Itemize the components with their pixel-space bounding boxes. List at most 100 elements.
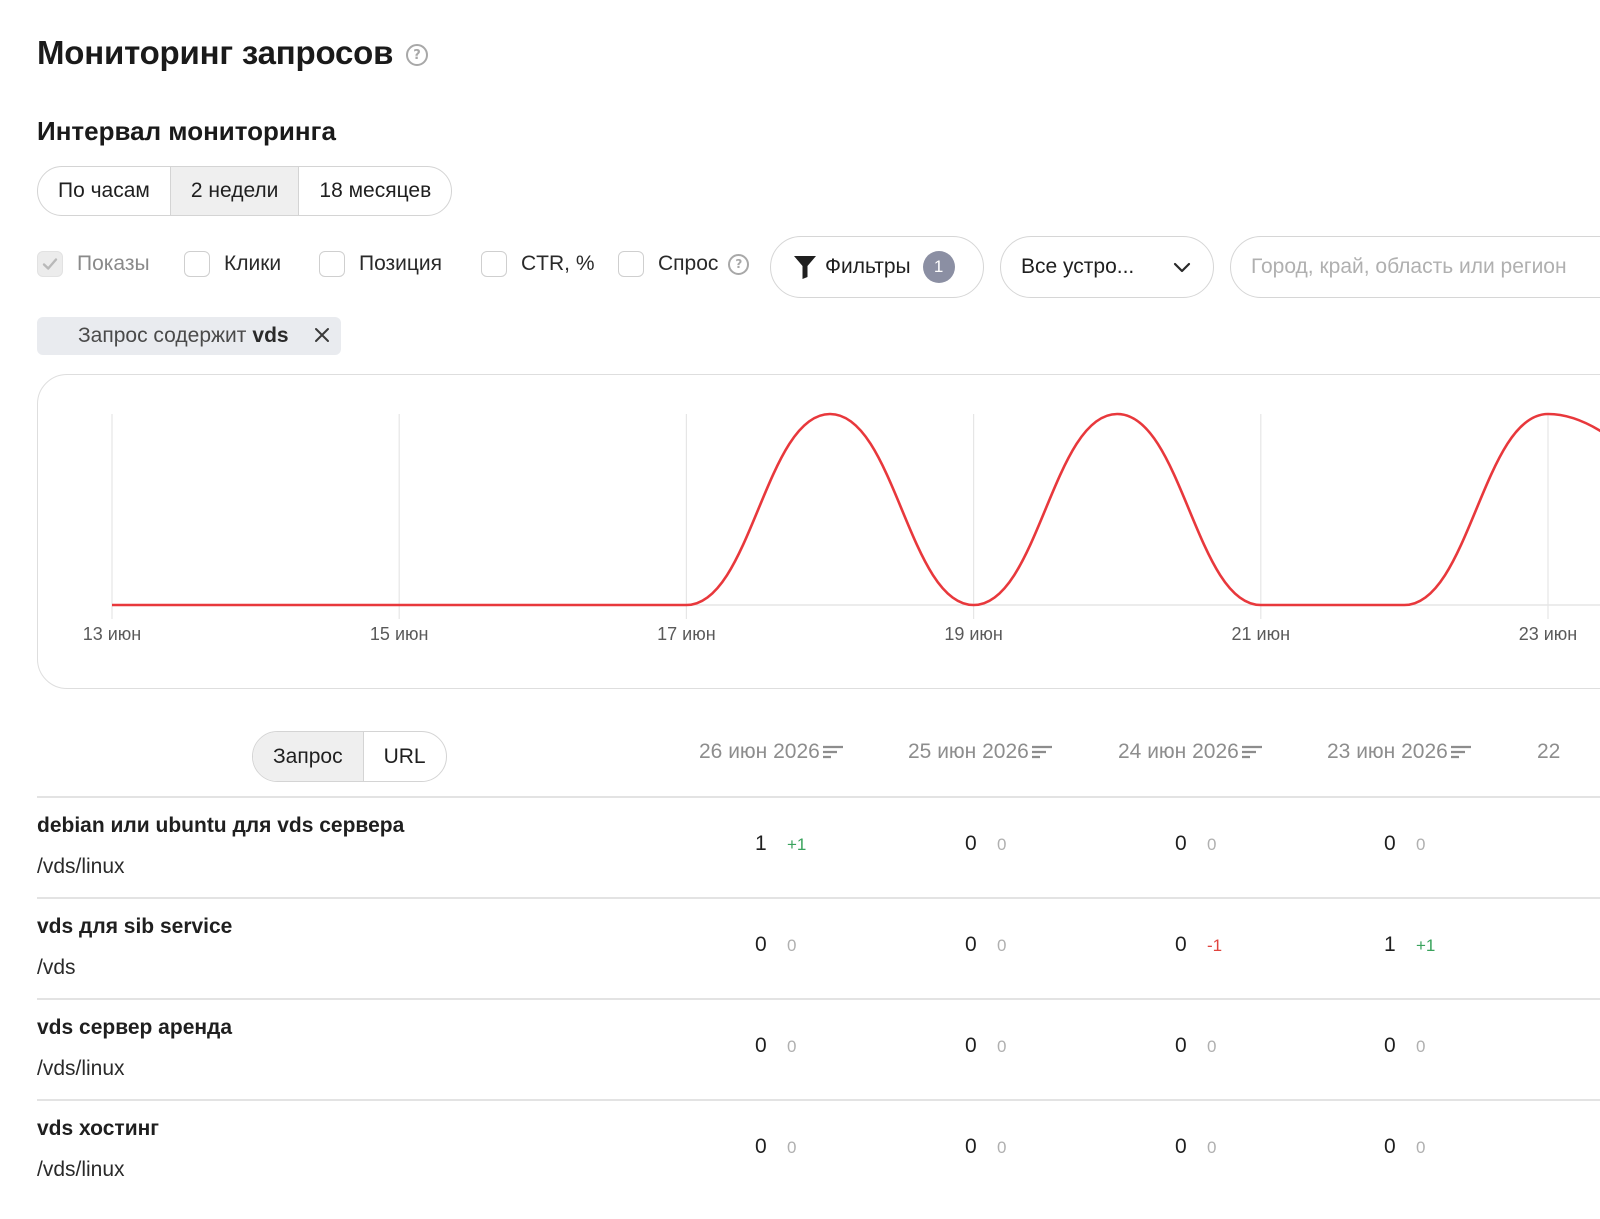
metric-position[interactable]: Позиция: [319, 251, 442, 277]
check-icon: [42, 258, 58, 270]
table-cell: 00: [755, 1034, 796, 1058]
demand-label: Спрос: [658, 252, 719, 275]
x-tick-label: 23 июн: [1519, 624, 1578, 644]
cell-delta: 0: [787, 1037, 797, 1056]
interval-title: Интервал мониторинга: [37, 116, 336, 146]
cell-delta: 0: [1416, 1138, 1426, 1157]
column-header-date[interactable]: 22: [1537, 740, 1560, 764]
table-cell: 00: [965, 1034, 1006, 1058]
row-query[interactable]: vds для sib service: [37, 915, 232, 939]
column-header-date[interactable]: 26 июн 2026: [699, 740, 844, 764]
interval-option-hours[interactable]: По часам: [38, 167, 171, 215]
position-label: Позиция: [359, 252, 443, 275]
column-header-label: 22: [1537, 740, 1561, 763]
cell-delta: 0: [997, 1037, 1007, 1056]
row-query[interactable]: vds сервер аренда: [37, 1016, 232, 1040]
metric-impressions[interactable]: Показы: [37, 251, 150, 277]
table-cell: 00: [1175, 1135, 1216, 1159]
x-tick-label: 19 июн: [944, 624, 1003, 644]
column-header-label: 24 июн 2026: [1118, 740, 1239, 763]
page-title: Мониторинг запросов: [37, 34, 394, 71]
x-tick-label: 13 июн: [83, 624, 142, 644]
sort-icon: [822, 745, 843, 759]
cell-value: 1: [1384, 933, 1396, 956]
sort-icon: [1031, 745, 1052, 759]
column-header-date[interactable]: 25 июн 2026: [908, 740, 1053, 764]
active-filter-chip: Запрос содержит vds: [37, 317, 341, 355]
table-cell: 00: [1384, 1034, 1425, 1058]
cell-value: 0: [1175, 1034, 1187, 1057]
cell-value: 0: [965, 1135, 977, 1158]
sort-icon: [1450, 745, 1471, 759]
clicks-label: Клики: [224, 252, 282, 275]
table-cell: 00: [1175, 832, 1216, 856]
filters-count-badge: 1: [922, 251, 955, 283]
table-cell: 00: [1384, 1135, 1425, 1159]
row-url[interactable]: /vds/linux: [37, 1057, 125, 1081]
demand-help-icon[interactable]: ?: [728, 253, 750, 275]
x-tick-label: 15 июн: [370, 624, 429, 644]
metric-clicks[interactable]: Клики: [184, 251, 281, 277]
table-cell: 0 -1: [1175, 933, 1222, 957]
cell-delta: 0: [787, 1138, 797, 1157]
row-divider: [37, 897, 1600, 899]
table-cell: 00: [1175, 1034, 1216, 1058]
cell-value: 0: [965, 832, 977, 855]
metric-demand[interactable]: Спрос ?: [618, 251, 750, 277]
filters-button[interactable]: Фильтры 1: [770, 236, 984, 298]
table-cell: 1 +1: [755, 832, 806, 856]
funnel-icon: [794, 256, 816, 279]
row-url[interactable]: /vds/linux: [37, 855, 125, 879]
row-query[interactable]: vds хостинг: [37, 1117, 159, 1141]
view-option-url[interactable]: URL: [364, 732, 446, 781]
row-url[interactable]: /vds/linux: [37, 1158, 125, 1182]
cell-delta: -1: [1207, 936, 1223, 955]
demand-checkbox[interactable]: [618, 251, 644, 277]
table-cell: 00: [755, 1135, 796, 1159]
cell-value: 0: [1175, 832, 1187, 855]
cell-value: 0: [1384, 832, 1396, 855]
cell-delta: 0: [997, 936, 1007, 955]
devices-select[interactable]: Все устро...: [1000, 236, 1214, 298]
row-divider: [37, 796, 1600, 798]
view-option-query[interactable]: Запрос: [253, 732, 364, 781]
metric-ctr[interactable]: CTR, %: [481, 251, 595, 277]
row-url[interactable]: /vds: [37, 956, 76, 980]
sort-icon: [1241, 745, 1262, 759]
x-tick-label: 21 июн: [1232, 624, 1291, 644]
chip-value: vds: [252, 324, 289, 347]
column-header-date[interactable]: 24 июн 2026: [1118, 740, 1263, 764]
column-header-date[interactable]: 23 июн 2026: [1327, 740, 1472, 764]
interval-option-2weeks[interactable]: 2 недели: [170, 167, 300, 215]
ctr-checkbox[interactable]: [481, 251, 507, 277]
position-checkbox[interactable]: [319, 251, 345, 277]
cell-value: 0: [965, 933, 977, 956]
interval-option-18months[interactable]: 18 месяцев: [299, 167, 451, 215]
help-icon[interactable]: ?: [406, 44, 428, 66]
impressions-chart: 13 июн 15 июн 17 июн 19 июн 21 июн 23 июн: [83, 412, 1600, 644]
cell-delta: 0: [997, 835, 1007, 854]
clicks-checkbox[interactable]: [184, 251, 210, 277]
cell-value: 0: [1175, 1135, 1187, 1158]
cell-delta: 0: [1207, 835, 1217, 854]
row-query[interactable]: debian или ubuntu для vds сервера: [37, 814, 404, 838]
column-header-label: 25 июн 2026: [908, 740, 1029, 763]
column-header-label: 26 июн 2026: [699, 740, 820, 763]
interval-switcher: По часам 2 недели 18 месяцев: [37, 166, 453, 216]
cell-value: 0: [755, 933, 767, 956]
cell-value: 0: [755, 1034, 767, 1057]
table-cell: 00: [1384, 832, 1425, 856]
row-divider: [37, 998, 1600, 1000]
region-input[interactable]: [1230, 236, 1600, 298]
cell-delta: 0: [997, 1138, 1007, 1157]
cell-value: 0: [965, 1034, 977, 1057]
chart-card: 13 июн 15 июн 17 июн 19 июн 21 июн 23 июн: [37, 374, 1600, 689]
x-tick-label: 17 июн: [657, 624, 716, 644]
impressions-checkbox[interactable]: [37, 251, 63, 277]
cell-delta: +1: [787, 835, 807, 854]
close-icon[interactable]: [314, 327, 330, 343]
cell-delta: 0: [1207, 1138, 1217, 1157]
cell-delta: 0: [1416, 1037, 1426, 1056]
row-divider: [37, 1099, 1600, 1101]
chevron-down-icon: [1173, 262, 1191, 273]
